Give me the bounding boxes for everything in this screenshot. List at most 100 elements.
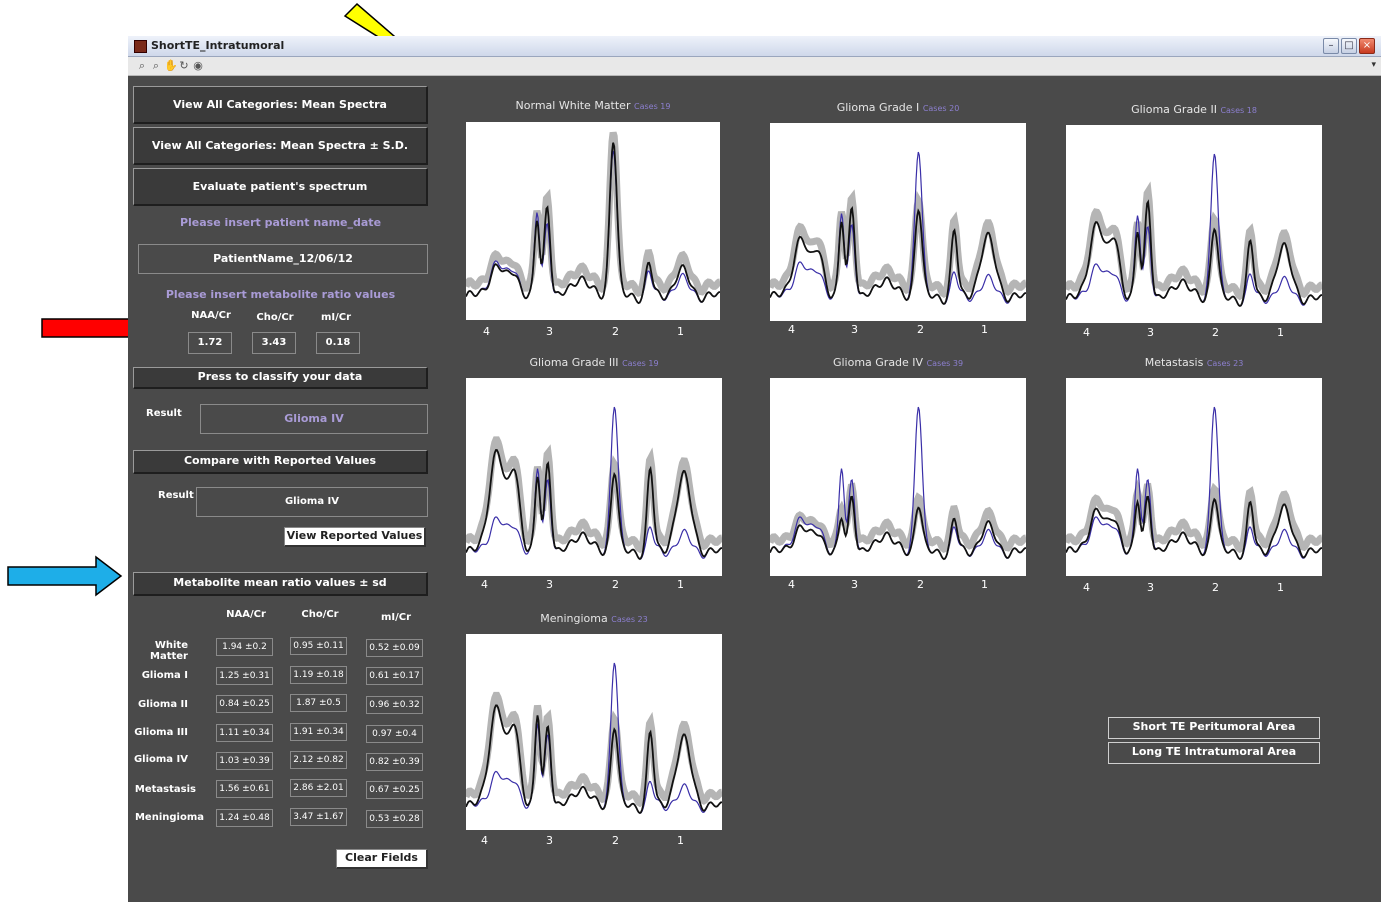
mean-spectrum-line [769, 495, 1027, 561]
mi-cr-input[interactable]: 0.18 [316, 332, 360, 354]
data-cursor-icon[interactable]: ◉ [192, 59, 204, 72]
spectrum-plot-meningioma [462, 634, 724, 830]
compare-result-field: Glioma IV [196, 487, 428, 517]
patient-spectrum-line [465, 406, 723, 560]
axis-tick-label: 3 [1147, 326, 1154, 339]
plot-title: Glioma Grade II Cases 18 [1131, 103, 1257, 116]
table-col-mi-cr: mI/Cr [380, 612, 412, 623]
table-cell: 0.84 ±0.25 [216, 695, 273, 713]
patient-name-field[interactable]: PatientName_12/06/12 [138, 244, 428, 274]
table-row-label: Meningioma [134, 812, 204, 823]
axis-tick-label: 2 [612, 325, 619, 338]
axis-tick-label: 2 [917, 323, 924, 336]
mean-spectrum-line [1065, 199, 1323, 308]
classify-button[interactable]: Press to classify your data [133, 367, 428, 389]
short-te-peritumoral-button[interactable]: Short TE Peritumoral Area [1108, 717, 1320, 739]
evaluate-spectrum-button[interactable]: Evaluate patient's spectrum [133, 168, 428, 206]
sd-band [766, 482, 1028, 553]
spectrum-plot-white-matter [462, 122, 722, 320]
table-cell: 1.87 ±0.5 [290, 694, 347, 712]
patient-spectrum-line [1065, 406, 1323, 560]
rotate-icon[interactable]: ↻ [178, 59, 190, 72]
sd-band [462, 691, 724, 808]
axis-tick-label: 1 [1277, 326, 1284, 339]
table-cell: 1.19 ±0.18 [290, 666, 347, 684]
zoom-in-icon[interactable]: ⌕ [136, 59, 148, 72]
table-cell: 1.03 ±0.39 [216, 752, 273, 770]
maximize-button[interactable]: □ [1341, 38, 1357, 54]
axis-tick-label: 4 [481, 834, 488, 847]
cho-cr-input[interactable]: 3.43 [252, 332, 296, 354]
axis-tick-label: 4 [483, 325, 490, 338]
compare-result-label: Result [158, 490, 194, 501]
title-bar: ShortTE_Intratumoral – □ × [128, 36, 1381, 57]
axis-tick-label: 2 [1212, 581, 1219, 594]
table-cell: 0.82 ±0.39 [366, 753, 423, 771]
ratio-values-prompt: Please insert metabolite ratio values [165, 288, 396, 301]
table-cell: 1.94 ±0.2 [216, 638, 273, 656]
axis-tick-label: 4 [1083, 581, 1090, 594]
axis-tick-label: 3 [851, 578, 858, 591]
plot-title: Metastasis Cases 23 [1144, 356, 1244, 369]
axis-tick-label: 1 [981, 578, 988, 591]
blue-arrow [7, 555, 123, 597]
plot-title: Glioma Grade I Cases 20 [836, 101, 960, 114]
figure-toolbar: ⌕ ⌕ ✋ ↻ ◉ ▾ [128, 57, 1381, 76]
clear-fields-button[interactable]: Clear Fields [336, 849, 428, 869]
table-cell: 1.56 ±0.61 [216, 780, 273, 798]
view-mean-spectra-button[interactable]: View All Categories: Mean Spectra [133, 86, 428, 124]
matlab-app-icon [134, 40, 147, 53]
spectrum-plot-metastasis [1062, 378, 1324, 576]
spectrum-plot-glioma-2 [1062, 125, 1324, 323]
table-cell: 1.91 ±0.34 [290, 723, 347, 741]
naa-cr-label: NAA/Cr [191, 310, 231, 321]
axis-tick-label: 2 [612, 834, 619, 847]
window-title: ShortTE_Intratumoral [151, 39, 285, 52]
table-cell: 0.67 ±0.25 [366, 781, 423, 799]
plot-title: Normal White Matter Cases 19 [515, 99, 671, 112]
plot-title: Glioma Grade III Cases 19 [529, 356, 659, 369]
axis-tick-label: 4 [788, 578, 795, 591]
view-reported-values-button[interactable]: View Reported Values [284, 527, 426, 547]
table-cell: 0.53 ±0.28 [366, 810, 423, 828]
view-mean-spectra-sd-button[interactable]: View All Categories: Mean Spectra ± S.D. [133, 127, 428, 165]
naa-cr-input[interactable]: 1.72 [188, 332, 232, 354]
table-cell: 1.11 ±0.34 [216, 724, 273, 742]
compare-reported-button[interactable]: Compare with Reported Values [133, 450, 428, 474]
classify-result-label: Result [146, 408, 182, 419]
spectrum-plot-glioma-3 [462, 378, 724, 576]
patient-spectrum-line [769, 406, 1027, 560]
toolbar-dropdown-icon[interactable]: ▾ [1371, 60, 1376, 70]
table-row-label: Glioma I [141, 670, 188, 681]
axis-tick-label: 4 [788, 323, 795, 336]
table-col-cho-cr: Cho/Cr [301, 609, 339, 620]
table-row-label: Metastasis [134, 784, 196, 795]
spectrum-plot-glioma-1 [766, 123, 1028, 321]
table-cell: 0.52 ±0.09 [366, 639, 423, 657]
axis-tick-label: 3 [851, 323, 858, 336]
table-row-label: Glioma III [134, 727, 188, 738]
axis-tick-label: 1 [677, 578, 684, 591]
table-cell: 1.24 ±0.48 [216, 809, 273, 827]
table-cell: 0.61 ±0.17 [366, 667, 423, 685]
patient-name-prompt: Please insert patient name_date [179, 216, 382, 229]
table-col-naa-cr: NAA/Cr [226, 609, 266, 620]
axis-tick-label: 3 [546, 578, 553, 591]
axis-tick-label: 1 [677, 834, 684, 847]
close-button[interactable]: × [1359, 38, 1375, 54]
sd-band [462, 436, 724, 554]
axis-tick-label: 4 [481, 578, 488, 591]
axis-tick-label: 1 [1277, 581, 1284, 594]
classify-result-field: Glioma IV [200, 404, 428, 434]
metabolite-ratio-header: Metabolite mean ratio values ± sd [133, 572, 428, 596]
mi-cr-label: mI/Cr [320, 312, 352, 323]
axis-tick-label: 3 [1147, 581, 1154, 594]
pan-icon[interactable]: ✋ [164, 59, 178, 72]
minimize-button[interactable]: – [1323, 38, 1339, 54]
app-window: ShortTE_Intratumoral – □ × ⌕ ⌕ ✋ ↻ ◉ ▾ V… [128, 36, 1381, 902]
zoom-out-icon[interactable]: ⌕ [150, 59, 162, 72]
axis-tick-label: 2 [612, 578, 619, 591]
long-te-intratumoral-button[interactable]: Long TE Intratumoral Area [1108, 742, 1320, 764]
sd-band [766, 189, 1028, 299]
table-row-label: Glioma IV [133, 754, 188, 765]
